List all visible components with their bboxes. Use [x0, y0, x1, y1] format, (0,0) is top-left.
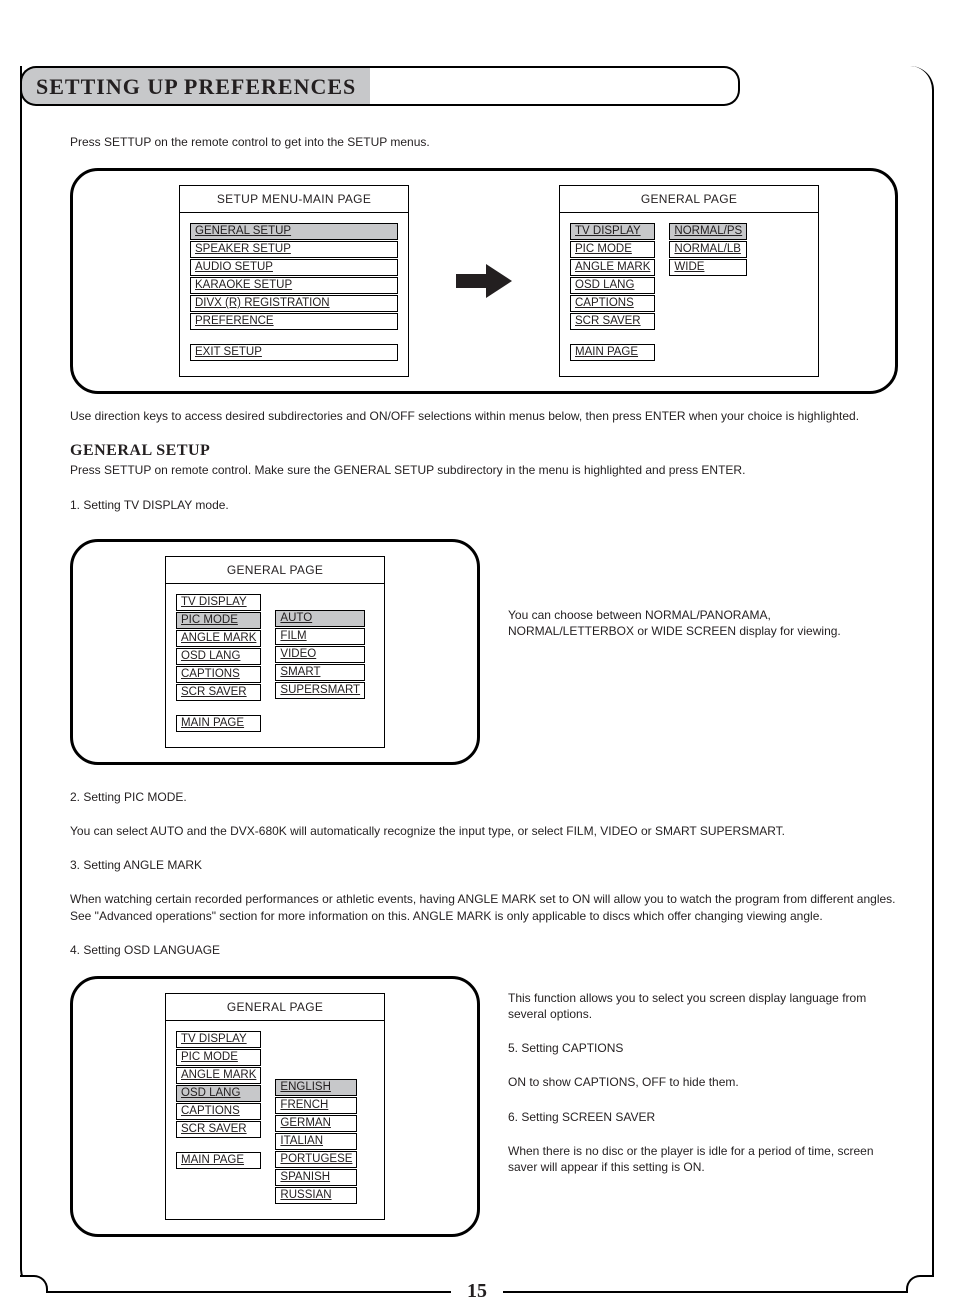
step-5-desc: ON to show CAPTIONS, OFF to hide them.: [508, 1074, 898, 1090]
menu-option: ITALIAN: [275, 1133, 357, 1150]
menu-option: NORMAL/PS: [669, 223, 747, 240]
menu-title: SETUP MENU-MAIN PAGE: [180, 186, 408, 213]
section-banner-tail: [370, 66, 740, 106]
menu-item-main: MAIN PAGE: [176, 715, 261, 732]
menu-item-exit: EXIT SETUP: [190, 344, 398, 361]
step-3-desc: When watching certain recorded performan…: [70, 891, 898, 923]
menu-item: GENERAL SETUP: [190, 223, 398, 240]
step-5: 5. Setting CAPTIONS: [508, 1040, 898, 1056]
menu-title: GENERAL PAGE: [166, 557, 384, 584]
menu-option: NORMAL/LB: [669, 241, 747, 258]
diagram-setup-to-general: SETUP MENU-MAIN PAGE GENERAL SETUP SPEAK…: [70, 168, 898, 394]
menu-option: SMART: [275, 664, 365, 681]
diagram-pic-mode: GENERAL PAGE TV DISPLAY PIC MODE ANGLE M…: [70, 539, 480, 765]
step-4: 4. Setting OSD LANGUAGE: [70, 942, 898, 958]
step-3: 3. Setting ANGLE MARK: [70, 857, 898, 873]
menu-item: PIC MODE: [176, 612, 261, 629]
menu-item: AUDIO SETUP: [190, 259, 398, 276]
step-6: 6. Setting SCREEN SAVER: [508, 1109, 898, 1125]
menu-item: SCR SAVER: [176, 1121, 261, 1138]
menu-item: SCR SAVER: [570, 313, 655, 330]
general-setup-heading: GENERAL SETUP: [70, 442, 898, 460]
frame-notch-left: [20, 1275, 48, 1293]
diagram-osd-lang: GENERAL PAGE TV DISPLAY PIC MODE ANGLE M…: [70, 976, 480, 1237]
menu-general-osdlang: GENERAL PAGE TV DISPLAY PIC MODE ANGLE M…: [165, 993, 385, 1220]
menu-item: OSD LANG: [570, 277, 655, 294]
direction-text: Use direction keys to access desired sub…: [70, 408, 898, 424]
content: Press SETTUP on the remote control to ge…: [22, 106, 932, 1251]
menu-item: OSD LANG: [176, 648, 261, 665]
menu-item: CAPTIONS: [176, 1103, 261, 1120]
menu-option: GERMAN: [275, 1115, 357, 1132]
menu-item: OSD LANG: [176, 1085, 261, 1102]
menu-item: SPEAKER SETUP: [190, 241, 398, 258]
section-banner: SETTING UP PREFERENCES: [20, 66, 370, 106]
step-2-desc: You can select AUTO and the DVX-680K wil…: [70, 823, 898, 839]
menu-item: TV DISPLAY: [570, 223, 655, 240]
menu-item: ANGLE MARK: [176, 1067, 261, 1084]
intro-text: Press SETTUP on the remote control to ge…: [70, 134, 898, 150]
menu-item: ANGLE MARK: [570, 259, 655, 276]
menu-item: PREFERENCE: [190, 313, 398, 330]
menu-title: GENERAL PAGE: [560, 186, 818, 213]
step-4-desc: This function allows you to select you s…: [508, 990, 898, 1022]
general-lead: Press SETTUP on remote control. Make sur…: [70, 462, 898, 478]
menu-item: PIC MODE: [570, 241, 655, 258]
menu-item-main: MAIN PAGE: [176, 1152, 261, 1169]
section-banner-row: SETTING UP PREFERENCES: [20, 66, 932, 106]
menu-item: TV DISPLAY: [176, 594, 261, 611]
menu-item: PIC MODE: [176, 1049, 261, 1066]
menu-item: SCR SAVER: [176, 684, 261, 701]
menu-general-picmode: GENERAL PAGE TV DISPLAY PIC MODE ANGLE M…: [165, 556, 385, 748]
menu-option: FRENCH: [275, 1097, 357, 1114]
menu-option: SPANISH: [275, 1169, 357, 1186]
menu-item: CAPTIONS: [176, 666, 261, 683]
menu-item-main: MAIN PAGE: [570, 344, 655, 361]
menu-option: WIDE: [669, 259, 747, 276]
menu-option: AUTO: [275, 610, 365, 627]
menu-option: PORTUGESE: [275, 1151, 357, 1168]
menu-option: FILM: [275, 628, 365, 645]
page-number: 15: [451, 1280, 503, 1303]
step-1-desc: You can choose between NORMAL/PANORAMA, …: [508, 607, 898, 639]
menu-option: VIDEO: [275, 646, 365, 663]
menu-item: KARAOKE SETUP: [190, 277, 398, 294]
menu-item: DIVX (R) REGISTRATION: [190, 295, 398, 312]
step-1: 1. Setting TV DISPLAY mode.: [70, 497, 898, 513]
step-6-desc: When there is no disc or the player is i…: [508, 1143, 898, 1175]
menu-item: ANGLE MARK: [176, 630, 261, 647]
menu-setup-main: SETUP MENU-MAIN PAGE GENERAL SETUP SPEAK…: [179, 185, 409, 377]
menu-item: CAPTIONS: [570, 295, 655, 312]
menu-title: GENERAL PAGE: [166, 994, 384, 1021]
step-2: 2. Setting PIC MODE.: [70, 789, 898, 805]
menu-general-page: GENERAL PAGE TV DISPLAY PIC MODE ANGLE M…: [559, 185, 819, 377]
frame-notch-right: [906, 1275, 934, 1293]
menu-option: ENGLISH: [275, 1079, 357, 1096]
page-frame: SETTING UP PREFERENCES Press SETTUP on t…: [20, 66, 934, 1293]
arrow-right-icon: [456, 264, 512, 298]
menu-option: SUPERSMART: [275, 682, 365, 699]
menu-item: TV DISPLAY: [176, 1031, 261, 1048]
menu-option: RUSSIAN: [275, 1187, 357, 1204]
